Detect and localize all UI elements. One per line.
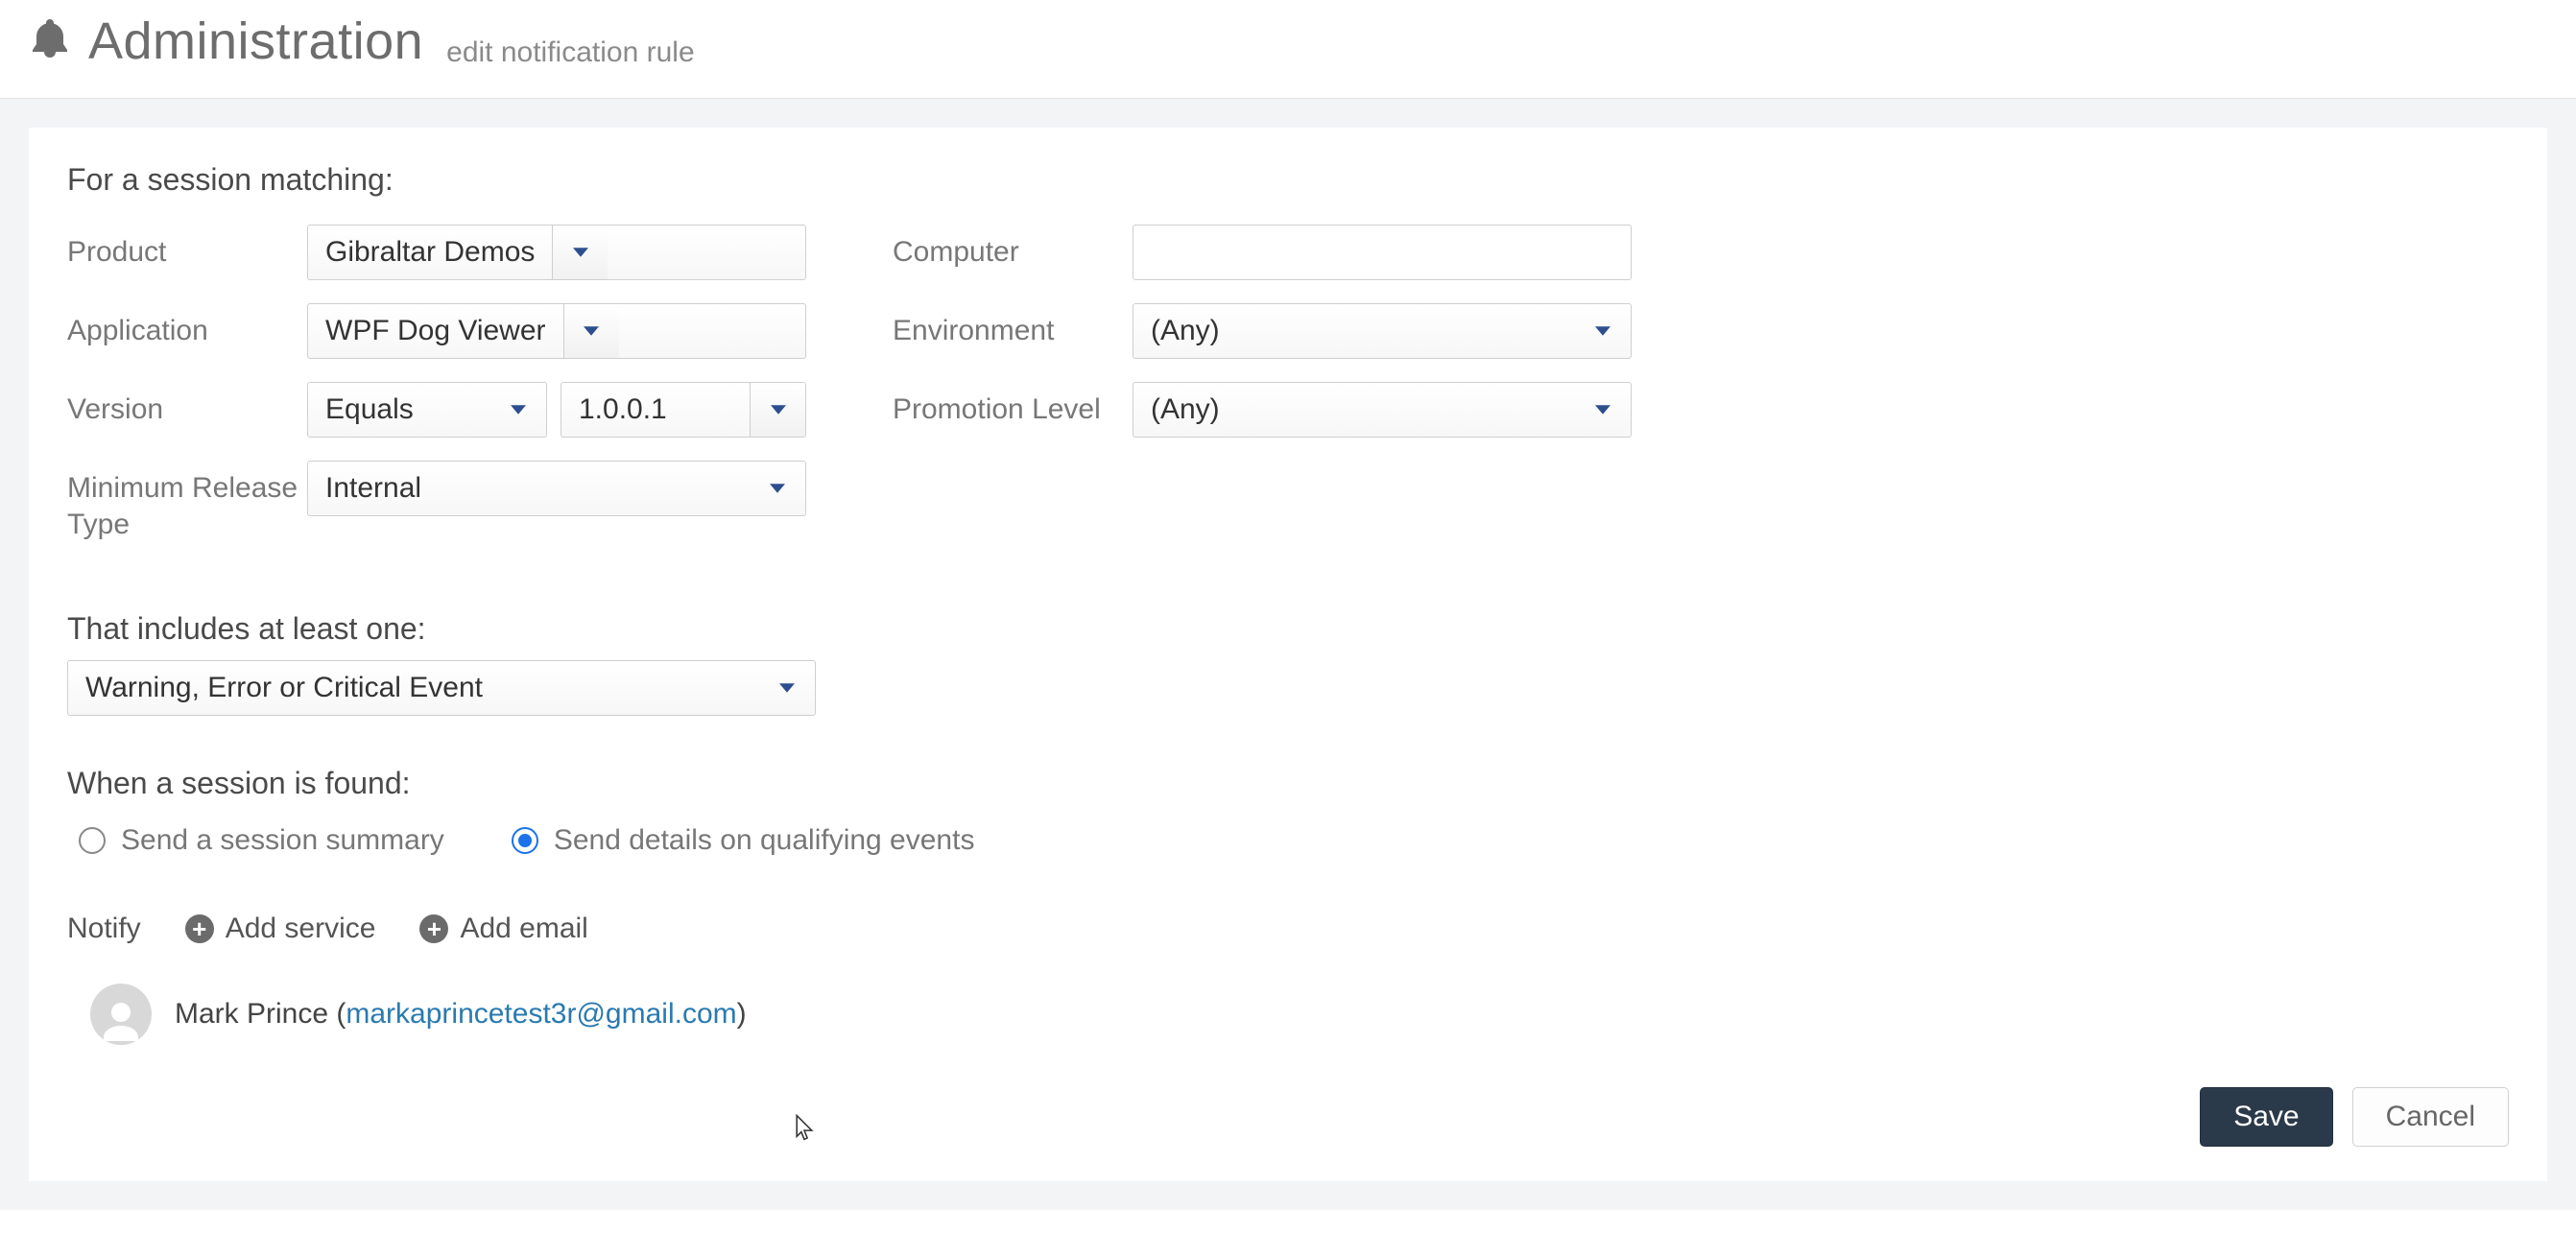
application-value: WPF Dog Viewer xyxy=(308,304,563,358)
includes-value: Warning, Error or Critical Event xyxy=(68,661,759,715)
version-operator-value: Equals xyxy=(308,383,490,437)
product-dropdown[interactable]: Gibraltar Demos xyxy=(307,225,806,280)
version-label: Version xyxy=(67,382,307,428)
avatar xyxy=(90,984,152,1045)
add-email-label: Add email xyxy=(460,913,587,945)
header-title-wrap: Administration xyxy=(27,12,423,71)
recipient-name: Mark Prince xyxy=(175,998,328,1030)
chevron-down-icon xyxy=(1575,383,1631,437)
min-release-label: Minimum Release Type xyxy=(67,461,307,542)
version-value-dropdown[interactable]: 1.0.0.1 xyxy=(561,382,806,438)
radio-details-label: Send details on qualifying events xyxy=(554,824,975,857)
includes-dropdown[interactable]: Warning, Error or Critical Event xyxy=(67,660,816,716)
environment-label: Environment xyxy=(893,303,1133,349)
chevron-down-icon xyxy=(750,462,805,515)
promotion-dropdown[interactable]: (Any) xyxy=(1133,382,1632,438)
promotion-label: Promotion Level xyxy=(893,382,1133,428)
chevron-down-icon xyxy=(1575,304,1631,358)
environment-value: (Any) xyxy=(1133,304,1575,358)
min-release-dropdown[interactable]: Internal xyxy=(307,461,806,516)
product-label: Product xyxy=(67,225,307,271)
application-label: Application xyxy=(67,303,307,349)
section-found-heading: When a session is found: xyxy=(67,766,2509,801)
environment-dropdown[interactable]: (Any) xyxy=(1133,303,1632,359)
promotion-value: (Any) xyxy=(1133,383,1575,437)
chevron-down-icon xyxy=(759,661,815,715)
cancel-button[interactable]: Cancel xyxy=(2352,1087,2509,1147)
radio-icon xyxy=(79,827,106,854)
application-dropdown[interactable]: WPF Dog Viewer xyxy=(307,303,806,359)
radio-icon xyxy=(512,827,538,854)
product-value: Gibraltar Demos xyxy=(308,225,552,279)
plus-circle-icon: + xyxy=(185,914,214,943)
chevron-down-icon xyxy=(490,383,546,437)
page-header: Administration edit notification rule xyxy=(0,0,2576,99)
add-email-button[interactable]: + Add email xyxy=(419,913,587,945)
save-button[interactable]: Save xyxy=(2200,1087,2332,1147)
notify-label: Notify xyxy=(67,913,141,945)
radio-send-details[interactable]: Send details on qualifying events xyxy=(512,824,975,857)
recipient-row: Mark Prince (markaprincetest3r@gmail.com… xyxy=(67,984,2509,1045)
add-service-button[interactable]: + Add service xyxy=(185,913,376,945)
form-panel: For a session matching: Product Gibralta… xyxy=(29,128,2547,1181)
version-value: 1.0.0.1 xyxy=(561,383,750,437)
section-includes-heading: That includes at least one: xyxy=(67,611,2509,647)
radio-send-summary[interactable]: Send a session summary xyxy=(79,824,444,857)
chevron-down-icon xyxy=(563,304,619,358)
version-operator-dropdown[interactable]: Equals xyxy=(307,382,547,438)
page-title: Administration xyxy=(88,12,423,71)
bell-icon xyxy=(27,15,73,68)
computer-label: Computer xyxy=(893,225,1133,271)
page-subtitle: edit notification rule xyxy=(446,36,695,69)
plus-circle-icon: + xyxy=(419,914,448,943)
recipient-text: Mark Prince (markaprincetest3r@gmail.com… xyxy=(175,998,747,1031)
min-release-value: Internal xyxy=(308,462,750,515)
recipient-email-link[interactable]: markaprincetest3r@gmail.com xyxy=(346,998,736,1030)
add-service-label: Add service xyxy=(226,913,376,945)
computer-input[interactable] xyxy=(1133,225,1632,280)
section-matching-heading: For a session matching: xyxy=(67,162,2509,198)
radio-summary-label: Send a session summary xyxy=(121,824,444,857)
chevron-down-icon xyxy=(552,225,608,279)
chevron-down-icon xyxy=(750,383,805,437)
